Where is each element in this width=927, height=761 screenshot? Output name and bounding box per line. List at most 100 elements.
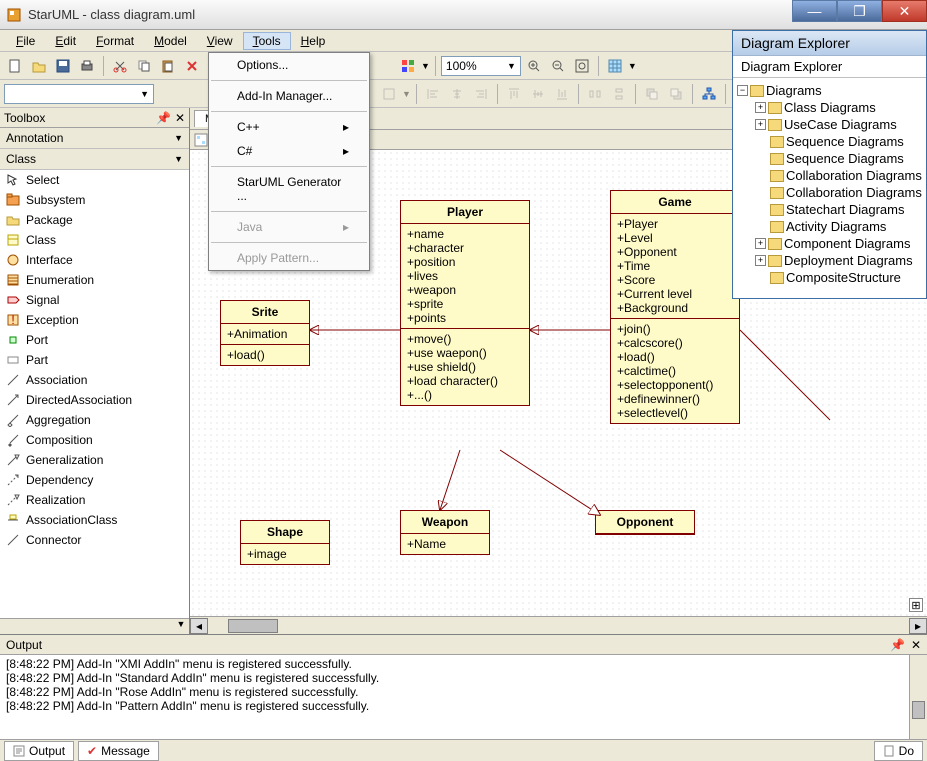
toolbox-item-select[interactable]: Select — [0, 170, 189, 190]
paste-button[interactable] — [157, 55, 179, 77]
toolbox-section-class[interactable]: Class ▼ — [0, 149, 189, 170]
align-middle-button[interactable] — [527, 83, 549, 105]
align-left-button[interactable] — [422, 83, 444, 105]
print-button[interactable] — [76, 55, 98, 77]
toolbox-item-dependency[interactable]: Dependency — [0, 470, 189, 490]
toolbox-item-association[interactable]: Association — [0, 370, 189, 390]
align-bottom-button[interactable] — [551, 83, 573, 105]
uml-class-shape[interactable]: Shape+image — [240, 520, 330, 565]
menu-file[interactable]: File — [6, 32, 45, 50]
uml-class-game[interactable]: Game+Player+Level+Opponent+Time+Score+Cu… — [610, 190, 740, 424]
toolbox-item-package[interactable]: Package — [0, 210, 189, 230]
uml-class-player[interactable]: Player+name+character+position+lives+wea… — [400, 200, 530, 406]
uml-class-weapon[interactable]: Weapon+Name — [400, 510, 490, 555]
menu-item[interactable]: Add-In Manager... — [209, 84, 369, 108]
scroll-right-icon[interactable]: ▸ — [909, 618, 927, 634]
toolbox-item-realization[interactable]: Realization — [0, 490, 189, 510]
dist-v-button[interactable] — [608, 83, 630, 105]
toolbox-item-class[interactable]: Class — [0, 230, 189, 250]
color-button[interactable] — [397, 55, 419, 77]
new-button[interactable] — [4, 55, 26, 77]
toolbox-item-generalization[interactable]: Generalization — [0, 450, 189, 470]
scroll-thumb[interactable] — [912, 701, 925, 719]
tree-item[interactable]: Statechart Diagrams — [737, 201, 926, 218]
vertical-scrollbar[interactable] — [909, 655, 927, 739]
zoom-in-button[interactable] — [523, 55, 545, 77]
tree-item[interactable]: Sequence Diagrams — [737, 150, 926, 167]
grid-button[interactable] — [604, 55, 626, 77]
menu-edit[interactable]: Edit — [45, 32, 86, 50]
tree-root[interactable]: −Diagrams — [737, 82, 926, 99]
zoom-out-button[interactable] — [547, 55, 569, 77]
menu-model[interactable]: Model — [144, 32, 197, 50]
copy-button[interactable] — [133, 55, 155, 77]
menu-view[interactable]: View — [197, 32, 243, 50]
dist-h-button[interactable] — [584, 83, 606, 105]
toolbox-item-directedassociation[interactable]: DirectedAssociation — [0, 390, 189, 410]
tree-item[interactable]: +Component Diagrams — [737, 235, 926, 252]
toolbox-item-exception[interactable]: !Exception — [0, 310, 189, 330]
minimize-button[interactable]: — — [792, 0, 837, 22]
tree-item[interactable]: CompositeStructure — [737, 269, 926, 286]
align-top-button[interactable] — [503, 83, 525, 105]
menu-item[interactable]: Options... — [209, 53, 369, 77]
align-center-button[interactable] — [446, 83, 468, 105]
align-button[interactable] — [378, 83, 400, 105]
scroll-left-icon[interactable]: ◂ — [190, 618, 208, 634]
toolbox-item-interface[interactable]: Interface — [0, 250, 189, 270]
menu-help[interactable]: Help — [291, 32, 336, 50]
menu-item[interactable]: C#▸ — [209, 139, 369, 163]
toolbox-item-subsystem[interactable]: Subsystem — [0, 190, 189, 210]
expand-icon[interactable]: + — [755, 119, 766, 130]
close-icon[interactable]: ✕ — [175, 111, 185, 125]
expand-icon[interactable]: + — [755, 238, 766, 249]
toolbox-item-associationclass[interactable]: AssociationClass — [0, 510, 189, 530]
cut-button[interactable] — [109, 55, 131, 77]
pin-icon[interactable]: 📌 — [890, 638, 905, 652]
expand-icon[interactable]: + — [755, 102, 766, 113]
menu-item[interactable]: C++▸ — [209, 115, 369, 139]
toolbox-item-connector[interactable]: Connector — [0, 530, 189, 550]
collapse-icon[interactable]: − — [737, 85, 748, 96]
tree-button[interactable] — [698, 83, 720, 105]
toolbox-section-annotation[interactable]: Annotation ▼ — [0, 128, 189, 149]
uml-class-opponent[interactable]: Opponent — [595, 510, 695, 535]
zoom-combo[interactable]: 100%▼ — [441, 56, 521, 76]
diagram-icon[interactable] — [194, 133, 208, 147]
toolbox-item-composition[interactable]: Composition — [0, 430, 189, 450]
zoom-fit-button[interactable] — [571, 55, 593, 77]
toolbox-item-enumeration[interactable]: Enumeration — [0, 270, 189, 290]
delete-button[interactable] — [181, 55, 203, 77]
tree-item[interactable]: Sequence Diagrams — [737, 133, 926, 150]
diagram-explorer-window[interactable]: Diagram Explorer Diagram Explorer −Diagr… — [732, 30, 927, 299]
uml-class-srite[interactable]: Srite+Animation+load() — [220, 300, 310, 366]
menu-format[interactable]: Format — [86, 32, 144, 50]
align-right-button[interactable] — [470, 83, 492, 105]
expand-icon[interactable]: ⊞ — [909, 598, 923, 612]
tree-item[interactable]: +Class Diagrams — [737, 99, 926, 116]
toolbox-item-signal[interactable]: Signal — [0, 290, 189, 310]
pin-icon[interactable]: 📌 — [156, 111, 171, 125]
tree-item[interactable]: +UseCase Diagrams — [737, 116, 926, 133]
explorer-title[interactable]: Diagram Explorer — [733, 31, 926, 56]
toolbox-item-port[interactable]: Port — [0, 330, 189, 350]
menu-tools[interactable]: Tools — [243, 32, 291, 50]
scroll-down-icon[interactable]: ▼ — [173, 619, 189, 634]
expand-icon[interactable]: + — [755, 255, 766, 266]
tree-item[interactable]: Activity Diagrams — [737, 218, 926, 235]
close-icon[interactable]: ✕ — [911, 638, 921, 652]
tab-output[interactable]: Output — [4, 741, 74, 761]
combo-box[interactable]: ▼ — [4, 84, 154, 104]
open-button[interactable] — [28, 55, 50, 77]
front-button[interactable] — [641, 83, 663, 105]
close-button[interactable]: ✕ — [882, 0, 927, 22]
dropdown-arrow-icon[interactable]: ▼ — [421, 61, 430, 71]
save-button[interactable] — [52, 55, 74, 77]
tab-doc[interactable]: Do — [874, 741, 923, 761]
dropdown-arrow-icon[interactable]: ▼ — [628, 61, 637, 71]
scroll-thumb[interactable] — [228, 619, 278, 633]
maximize-button[interactable]: ❐ — [837, 0, 882, 22]
horizontal-scrollbar[interactable]: ◂ ▸ — [190, 616, 927, 634]
tab-message[interactable]: ✔ Message — [78, 741, 159, 761]
tree-item[interactable]: +Deployment Diagrams — [737, 252, 926, 269]
